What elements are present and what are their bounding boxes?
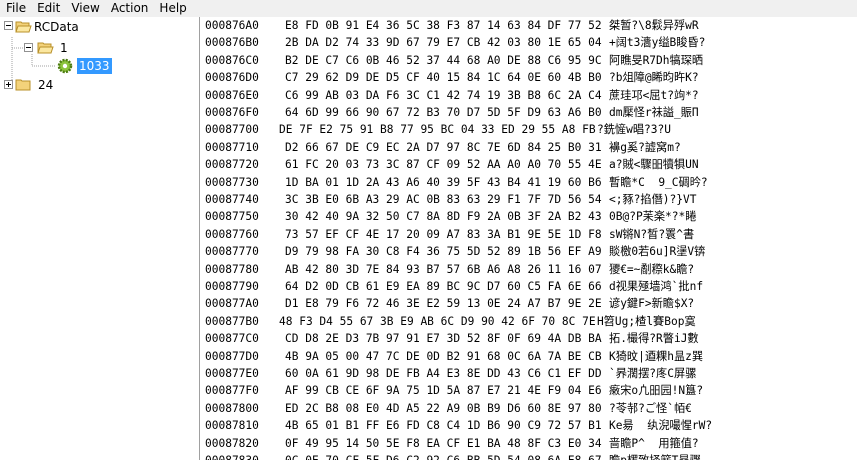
hex-row-offset: 00087760 [205, 227, 259, 241]
hex-row-bytes[interactable]: B2 DE C7 C6 0B 46 52 37 44 68 A0 DE 88 C… [285, 52, 602, 69]
hex-row-bytes[interactable]: D1 E8 79 F6 72 46 3E E2 59 13 0E 24 A7 B… [285, 295, 602, 312]
hex-row-ascii[interactable]: ?b俎障@睎昀旿K? [609, 69, 699, 86]
tree-root-label[interactable]: RCData [34, 19, 79, 35]
hex-row-bytes[interactable]: D2 66 67 DE C9 EC 2A D7 97 8C 7E 6D 84 2… [285, 139, 602, 156]
hex-row-ascii[interactable]: 賧檄0若6u]R塣V锛 [609, 243, 705, 260]
hex-row-offset: 00087800 [205, 401, 259, 415]
hex-row-bytes[interactable]: 61 FC 20 03 73 3C 87 CF 09 52 AA A0 A0 7… [285, 156, 602, 173]
hex-row-ascii[interactable]: 谚y鍵F>新瞻$X? [609, 295, 694, 312]
hex-row-offset: 00087740 [205, 193, 259, 206]
menu-bar: File Edit View Action Help [0, 0, 857, 17]
hex-row-offset: 000877E0 [205, 367, 259, 380]
hex-row-ascii[interactable]: dm檿怪r祙謚_賑Π [609, 104, 699, 121]
hex-row-bytes[interactable]: DE 7F E2 75 91 B8 77 95 BC 04 33 ED 29 5… [279, 121, 596, 138]
hex-row-offset: 00087720 [205, 158, 259, 172]
hex-row-bytes[interactable]: 3C 3B E0 6B A3 29 AC 0B 83 63 29 F1 7F 7… [285, 191, 602, 208]
hex-row-bytes[interactable]: 4B 9A 05 00 47 7C DE 0D B2 91 68 0C 6A 7… [285, 348, 602, 365]
hex-view[interactable]: 000876A0 E8 FD 0B 91 E4 36 5C 38 F3 87 14… [201, 17, 857, 460]
collapse-box-icon[interactable] [4, 21, 13, 30]
hex-row-offset: 000876B0 [205, 36, 259, 50]
menu-view[interactable]: View [65, 0, 104, 17]
tree-item-1033[interactable]: 1033 [77, 58, 112, 74]
hex-row-ascii[interactable]: 拓.樶得?R瞥iJ數 [609, 330, 699, 347]
gear-resource-icon [57, 58, 73, 74]
hex-row-bytes[interactable]: AB 42 80 3D 7E 84 93 B7 57 6B A6 A8 26 1… [285, 261, 602, 278]
hex-row-ascii[interactable]: 桀暂?\8鬏异殍wR [609, 17, 699, 34]
hex-row-ascii[interactable]: +阔t3瀒y缢B睃昏? [609, 34, 705, 51]
menu-help[interactable]: Help [153, 0, 191, 17]
hex-row-bytes[interactable]: 73 57 EF CF 4E 17 20 09 A7 83 3A B1 9E 5… [285, 226, 602, 243]
hex-row-offset: 000876C0 [205, 53, 259, 67]
tree-node-24-label[interactable]: 24 [38, 77, 53, 93]
hex-row-offset: 000877F0 [205, 384, 259, 398]
hex-row-offset: 00087820 [205, 436, 259, 450]
hex-row-offset: 000877A0 [205, 297, 259, 311]
hex-row-offset: 00087770 [205, 245, 259, 259]
hex-row-ascii[interactable]: <;豩?掐僭)?}VT [609, 191, 696, 208]
hex-row-ascii[interactable]: 0B@?P苿楽*?*睠 [609, 208, 696, 225]
folder-closed-icon [15, 79, 31, 91]
hex-row-ascii[interactable]: a?賊<驟昍犢犋UN [609, 156, 699, 173]
hex-row-ascii[interactable]: 獿€=~劀穄k&瞻? [609, 261, 694, 278]
menu-edit[interactable]: Edit [31, 0, 65, 17]
hex-row-bytes[interactable]: CD D8 2E D3 7B 97 91 E7 3D 52 8F 0F 69 4… [285, 330, 602, 347]
hex-row-ascii[interactable]: 啬瞻P^ 用箍值? [609, 435, 699, 452]
hex-row-offset: 00087830 [205, 452, 259, 460]
hex-row-bytes[interactable]: 2B DA D2 74 33 9D 67 79 E7 CB 42 03 80 1… [285, 34, 602, 51]
hex-row-ascii[interactable]: 暫瞻*C 9_C碉昑? [609, 174, 708, 191]
hex-row-offset: 000876F0 [205, 106, 259, 119]
hex-row-offset: 00087730 [205, 175, 259, 189]
hex-row-bytes[interactable]: 48 F3 D4 55 67 3B E9 AB 6C D9 90 42 6F 7… [279, 313, 596, 330]
resource-tree[interactable]: RCData 1 1033 24 [0, 17, 200, 460]
tree-node-1-label[interactable]: 1 [60, 40, 68, 56]
hex-row-bytes[interactable]: 0C 0E 70 CF 5F D6 C2 92 C6 BB 5D 54 08 6… [285, 452, 602, 460]
hex-row-ascii[interactable]: `昦濶摆?庝C屏骡 [609, 365, 696, 382]
hex-row-offset: 00087710 [205, 140, 259, 154]
hex-row-bytes[interactable]: 0F 49 95 14 50 5E F8 EA CF E1 BA 48 8F C… [285, 435, 602, 452]
hex-row-offset: 000876E0 [205, 88, 259, 102]
hex-row-offset: 00087790 [205, 280, 259, 293]
hex-row-ascii[interactable]: H笤Ug;楂l賽Bop寞 [597, 313, 696, 330]
hex-row-ascii[interactable]: ?銑㦃w晿?3?U [597, 121, 671, 138]
hex-row-bytes[interactable]: 64 D2 0D CB 61 E9 EA 89 BC 9C D7 60 C5 F… [285, 278, 602, 295]
hex-row-ascii[interactable]: 瞻p椤致择簖T昴骤 [609, 452, 701, 460]
hex-row-bytes[interactable]: AF 99 CB CE 6F 9A 75 1D 5A 87 E7 21 4E F… [285, 382, 602, 399]
hex-row-offset: 000876A0 [205, 19, 259, 32]
hex-row-offset: 000877D0 [205, 349, 259, 363]
folder-open-icon [15, 21, 32, 33]
hex-row-offset: 00087780 [205, 262, 259, 276]
hex-row-ascii[interactable]: 蔗珪邛<屈t?竘*? [609, 87, 699, 104]
hex-row-bytes[interactable]: ED 2C B8 08 E0 4D A5 22 A9 0B B9 D6 60 8… [285, 400, 602, 417]
hex-row-ascii[interactable]: sW锵N?晳?瞏^書 [609, 226, 694, 243]
hex-row-bytes[interactable]: C6 99 AB 03 DA F6 3C C1 42 74 19 3B B8 6… [285, 87, 602, 104]
hex-row-bytes[interactable]: 30 42 40 9A 32 50 C7 8A 8D F9 2A 0B 3F 2… [285, 208, 602, 225]
collapse-box-icon[interactable] [24, 43, 33, 52]
hex-row-bytes[interactable]: 64 6D 99 66 90 67 72 B3 70 D7 5D 5F D9 6… [285, 104, 602, 121]
hex-row-ascii[interactable]: ?苓邿?ご怪`帞€ [609, 400, 692, 417]
hex-row-offset: 00087810 [205, 419, 259, 433]
hex-row-bytes[interactable]: 4B 65 01 B1 FF E6 FD C8 C4 1D B6 90 C9 7… [285, 417, 602, 434]
hex-row-ascii[interactable]: K猗旼|逎粿h昷z巽 [609, 348, 703, 365]
hex-row-offset: 000877B0 [205, 314, 259, 328]
hex-row-ascii[interactable]: 襣g奚?譃窝m? [609, 139, 681, 156]
hex-row-ascii[interactable]: Ke昜 纨淣嘬惺rW? [609, 417, 712, 434]
menu-file[interactable]: File [0, 0, 31, 17]
hex-row-bytes[interactable]: 60 0A 61 9D 98 DE FB A4 E3 8E DD 43 C6 C… [285, 365, 602, 382]
hex-row-ascii[interactable]: d视果殛墙鸿`批nf [609, 278, 703, 295]
hex-row-ascii[interactable]: 阿瞧旻R7Dh犒琛晒 [609, 52, 703, 69]
hex-row-offset: 00087750 [205, 210, 259, 224]
expand-box-icon[interactable] [4, 80, 13, 89]
hex-row-bytes[interactable]: 1D BA 01 1D 2A 43 A6 40 39 5F 43 B4 41 1… [285, 174, 602, 191]
hex-row-offset: 000876D0 [205, 71, 259, 85]
folder-open-icon [37, 42, 54, 54]
hex-row-offset: 000877C0 [205, 332, 259, 346]
hex-row-bytes[interactable]: D9 79 98 FA 30 C8 F4 36 75 5D 52 89 1B 5… [285, 243, 602, 260]
hex-row-bytes[interactable]: E8 FD 0B 91 E4 36 5C 38 F3 87 14 63 84 D… [285, 17, 602, 34]
hex-row-ascii[interactable]: 瘷宋o凣昍园!N簋? [609, 382, 703, 399]
hex-row-offset: 00087700 [205, 123, 259, 137]
menu-action[interactable]: Action [105, 0, 154, 17]
hex-row-bytes[interactable]: C7 29 62 D9 DE D5 CF 40 15 84 1C 64 0E 6… [285, 69, 602, 86]
